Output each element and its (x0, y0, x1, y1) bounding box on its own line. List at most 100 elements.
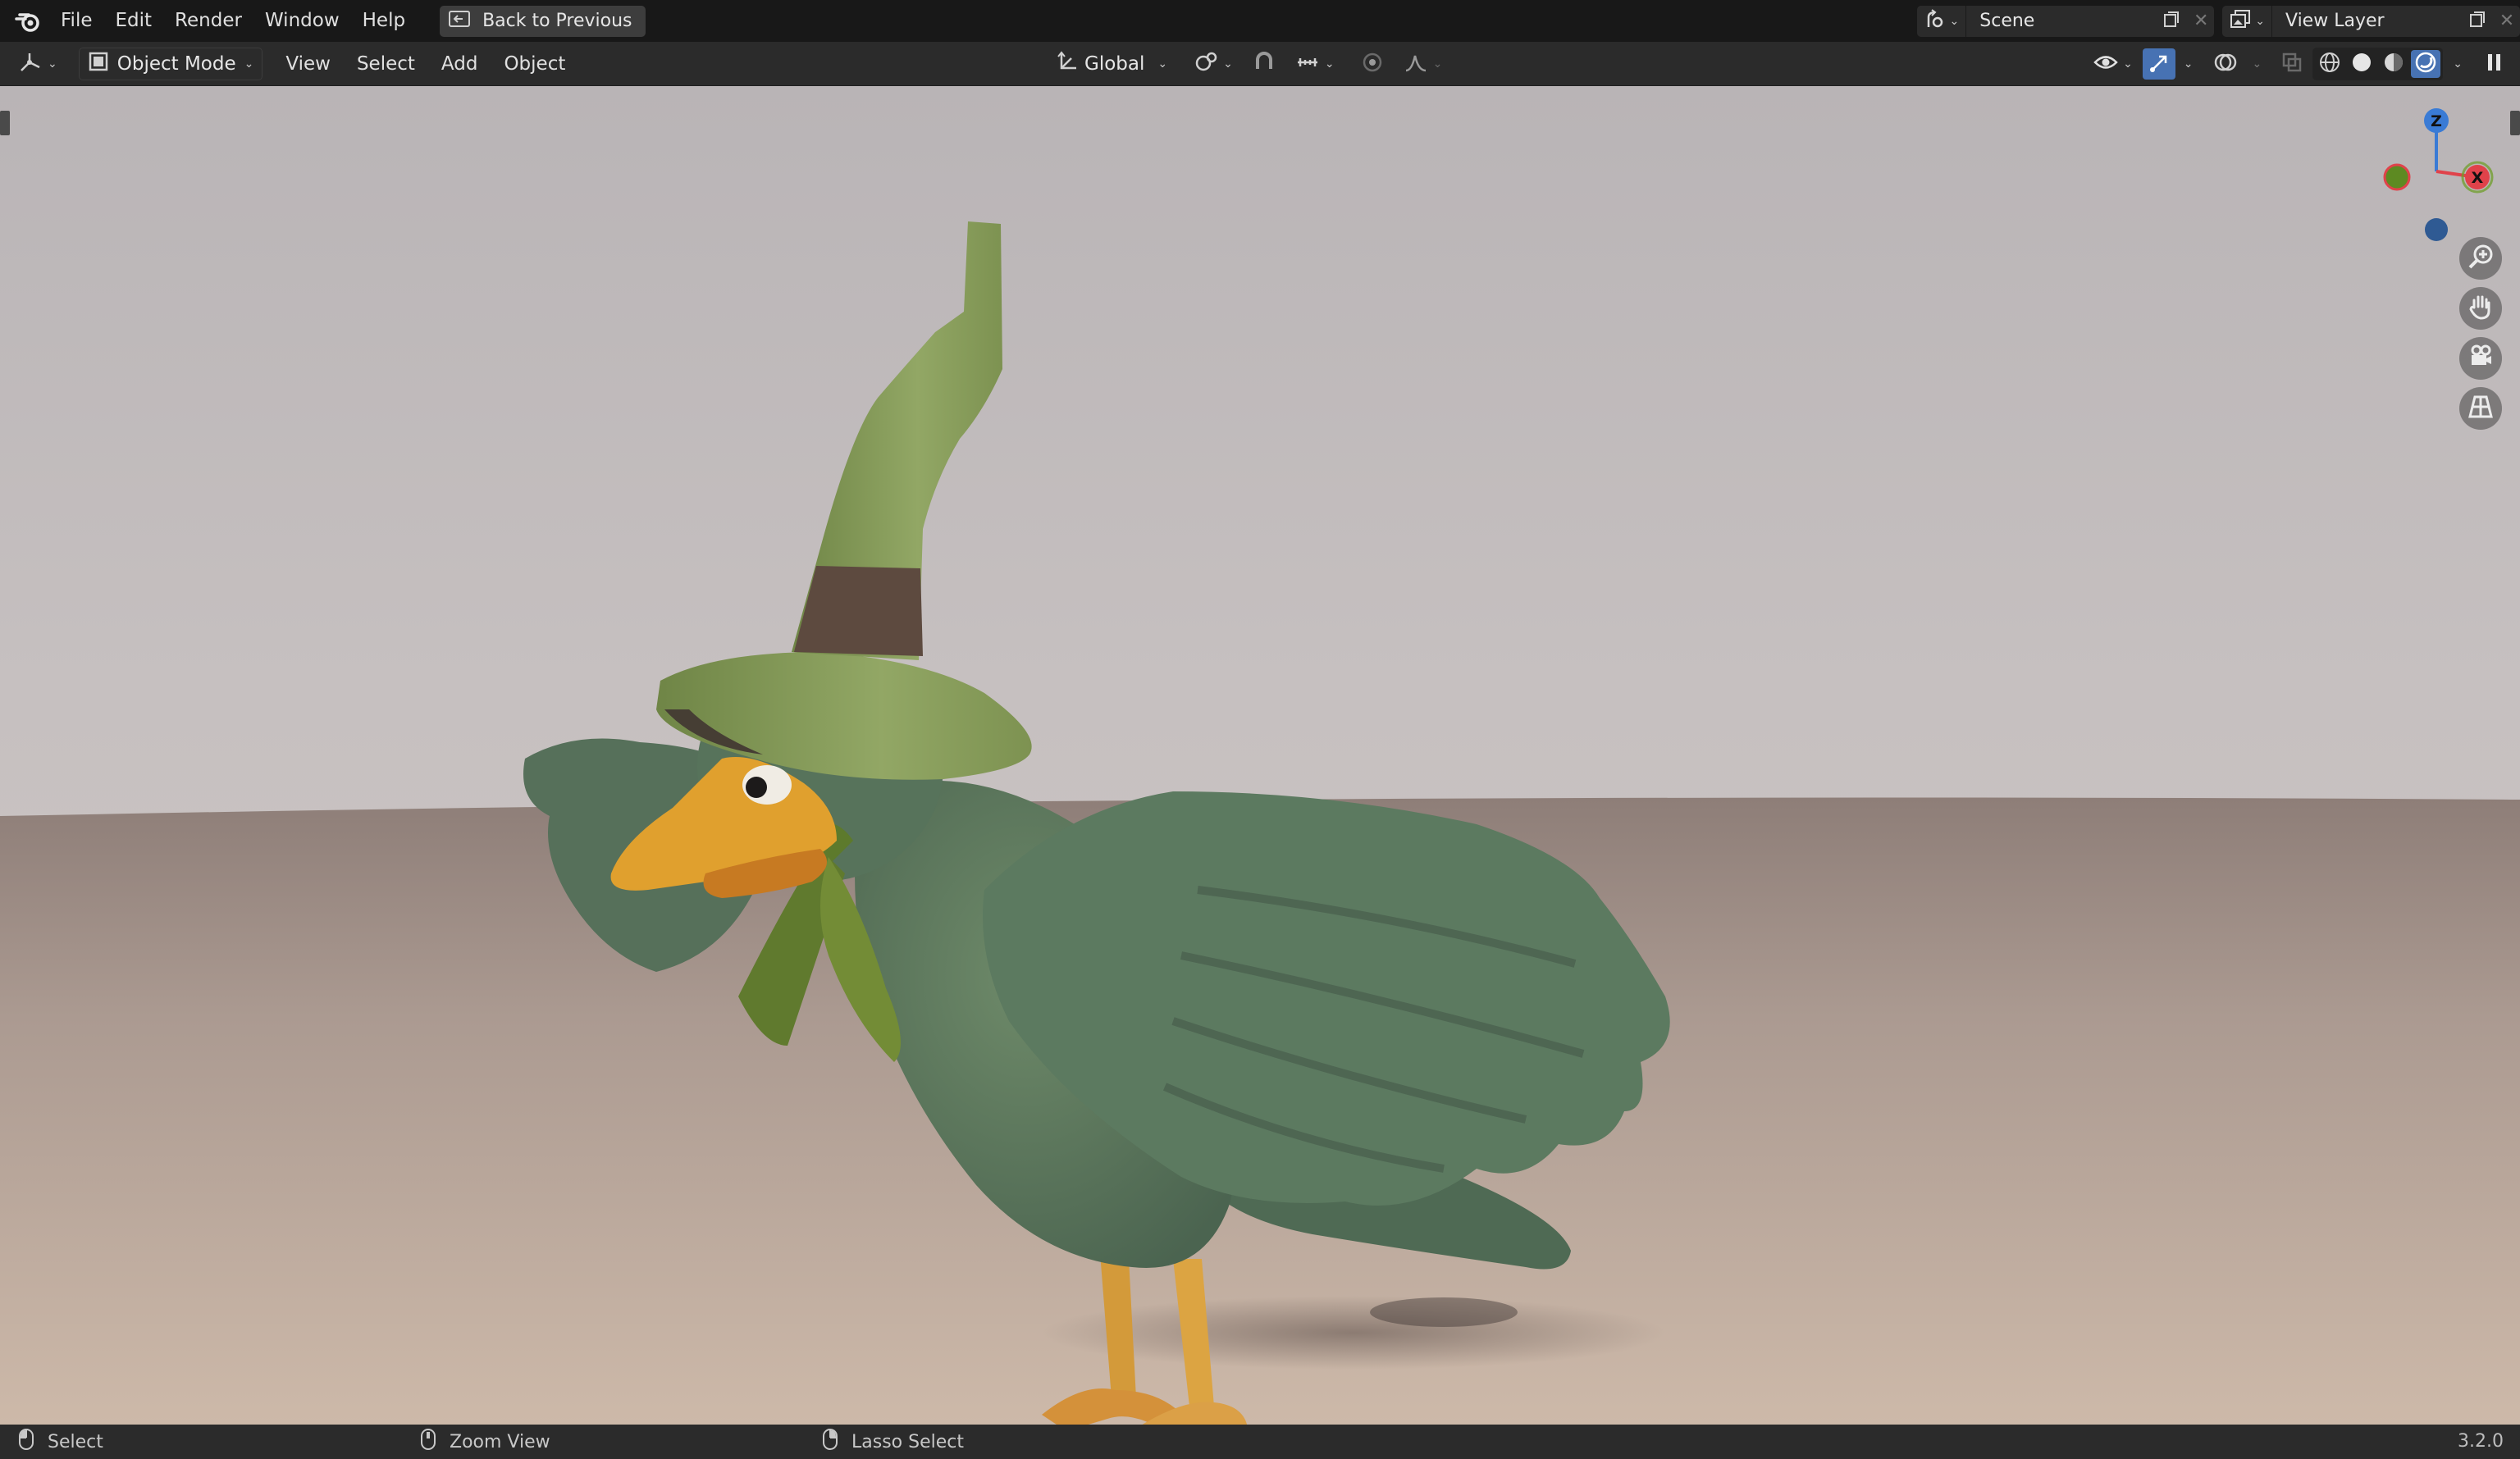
mouse-right-icon (822, 1428, 838, 1456)
chevron-down-icon: ⌄ (244, 57, 254, 71)
wireframe-icon (2318, 51, 2341, 77)
status-zoom-view: Zoom View (420, 1425, 550, 1459)
zoom-view-button[interactable] (2459, 237, 2502, 280)
menu-view[interactable]: View (272, 53, 344, 75)
status-lasso-select-label: Lasso Select (851, 1431, 964, 1452)
chevron-down-icon: ⌄ (1949, 14, 1960, 28)
orientation-label: Global (1084, 53, 1145, 75)
snap-target-dropdown[interactable]: ⌄ (1289, 48, 1341, 80)
object-mode-dropdown[interactable]: Object Mode ⌄ (78, 47, 263, 80)
blender-logo-icon[interactable] (7, 0, 49, 42)
back-to-previous-label: Back to Previous (482, 11, 632, 31)
pivot-point-dropdown[interactable]: ⌄ (1187, 48, 1239, 80)
status-zoom-view-label: Zoom View (450, 1431, 550, 1452)
scene-name-field[interactable]: Scene (1966, 11, 2155, 31)
new-scene-button[interactable] (2155, 6, 2188, 37)
rendered-scene (0, 221, 2520, 1425)
transform-orientation-dropdown[interactable]: Global ⌄ (1050, 48, 1174, 80)
close-icon: ✕ (2499, 11, 2515, 31)
neg-z-axis-handle[interactable] (2425, 218, 2448, 241)
workspace-selectors: ⌄ Scene ✕ ⌄ View Layer ✕ (1916, 0, 2520, 42)
material-preview-button[interactable] (2379, 50, 2408, 78)
gizmo-options-chevron-icon[interactable]: ⌄ (2179, 57, 2198, 71)
version-label: 3.2.0 (2458, 1431, 2504, 1452)
status-bar: Select Zoom View Lasso Select 3.2.0 (0, 1425, 2520, 1459)
overlays-options-chevron-icon[interactable]: ⌄ (2248, 57, 2267, 71)
camera-view-button[interactable] (2459, 337, 2502, 380)
status-select-label: Select (48, 1431, 103, 1452)
top-bar: File Edit Render Window Help Back to Pre… (0, 0, 2520, 42)
menu-window[interactable]: Window (253, 0, 351, 42)
toggle-perspective-button[interactable] (2459, 387, 2502, 430)
magnet-icon (1253, 51, 1276, 77)
transform-controls: Global ⌄ ⌄ ⌄ ⌄ (1050, 42, 1449, 86)
left-toolbar-toggle[interactable] (0, 111, 10, 135)
zoom-icon (2467, 243, 2495, 274)
gizmo-icon (2148, 51, 2171, 77)
3d-viewport-icon (18, 51, 43, 77)
y-axis-handle[interactable] (2383, 163, 2411, 191)
menu-edit[interactable]: Edit (104, 0, 164, 42)
mouse-left-icon (18, 1428, 34, 1456)
object-mode-label: Object Mode (116, 52, 236, 75)
view-layer-icon (2229, 9, 2252, 34)
pause-icon (2486, 52, 2504, 76)
scene-browse-button[interactable]: ⌄ (1916, 5, 1967, 37)
show-overlays-toggle[interactable] (2207, 48, 2244, 80)
solid-shading-button[interactable] (2347, 50, 2376, 78)
viewport-header: ⌄ Object Mode ⌄ View Select Add Object G… (0, 42, 2520, 86)
eye-icon (2093, 52, 2118, 76)
tail-shadow (1370, 1297, 1518, 1327)
menu-select[interactable]: Select (344, 53, 428, 75)
pan-view-button[interactable] (2459, 287, 2502, 330)
mouse-middle-icon (420, 1428, 436, 1456)
back-arrow-icon (448, 9, 471, 34)
hand-icon (2467, 293, 2495, 324)
view-layer-selector[interactable]: ⌄ View Layer ✕ (2222, 5, 2520, 37)
scene-icon (1924, 8, 1947, 34)
delete-scene-button[interactable]: ✕ (2188, 6, 2214, 37)
back-to-previous-button[interactable]: Back to Previous (440, 5, 646, 37)
right-sidebar-toggle[interactable] (2510, 111, 2520, 135)
wireframe-shading-button[interactable] (2315, 50, 2344, 78)
visibility-dropdown[interactable]: ⌄ (2087, 48, 2139, 80)
object-mode-icon (88, 51, 109, 77)
pivot-icon (1194, 51, 1218, 77)
orientation-icon (1057, 50, 1080, 78)
material-sphere-icon (2382, 51, 2405, 77)
z-axis-label: Z (2431, 112, 2442, 130)
xray-toggle[interactable] (2275, 48, 2309, 80)
3d-viewport[interactable]: Z X (0, 86, 2520, 1425)
menu-render[interactable]: Render (163, 0, 253, 42)
new-view-layer-button[interactable] (2461, 6, 2494, 37)
proportional-editing-toggle[interactable] (1354, 48, 1390, 80)
delete-view-layer-button[interactable]: ✕ (2494, 6, 2520, 37)
x-axis-label: X (2472, 169, 2484, 187)
falloff-dropdown[interactable]: ⌄ (1397, 48, 1449, 80)
menu-file[interactable]: File (49, 0, 104, 42)
chevron-down-icon: ⌄ (2123, 57, 2133, 71)
view-layer-name-field[interactable]: View Layer (2272, 11, 2461, 31)
rendered-sphere-icon (2414, 51, 2437, 77)
xray-icon (2281, 52, 2303, 76)
editor-type-button[interactable]: ⌄ (11, 48, 64, 80)
show-gizmo-toggle[interactable] (2142, 48, 2175, 80)
menu-add[interactable]: Add (428, 53, 491, 75)
menu-help[interactable]: Help (351, 0, 417, 42)
shading-modes (2312, 48, 2444, 80)
chevron-down-icon: ⌄ (48, 57, 57, 71)
eye-pupil (746, 777, 767, 798)
chevron-down-icon: ⌄ (1223, 57, 1233, 71)
rendered-shading-button[interactable] (2411, 50, 2441, 78)
proportional-edit-icon (1361, 51, 1384, 77)
shading-options-chevron-icon[interactable]: ⌄ (2446, 57, 2469, 71)
snap-increment-icon (1295, 51, 1320, 77)
navigation-gizmo[interactable]: Z X (2362, 96, 2510, 244)
pause-render-button[interactable] (2479, 48, 2510, 80)
scene-selector[interactable]: ⌄ Scene ✕ (1916, 5, 2215, 37)
view-layer-browse-button[interactable]: ⌄ (2222, 5, 2272, 37)
solid-sphere-icon (2350, 51, 2373, 77)
snap-toggle[interactable] (1246, 48, 1282, 80)
menu-object[interactable]: Object (491, 53, 578, 75)
status-lasso-select: Lasso Select (822, 1425, 964, 1459)
